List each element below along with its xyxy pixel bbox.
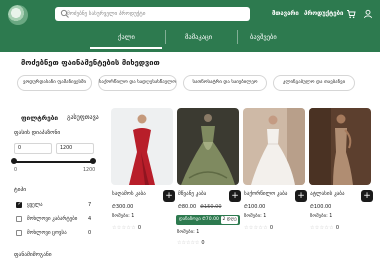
cart-icon[interactable] <box>346 9 356 19</box>
type-count: 4 <box>88 216 92 222</box>
more-filters-label: ფანამიმოგანი <box>14 252 52 258</box>
rating: ☆☆☆☆☆ 0 <box>310 225 339 231</box>
product-name[interactable]: საღამოს კაბა <box>112 191 146 197</box>
discount-days: 2 დღე <box>221 216 238 224</box>
category-chip[interactable]: კლინგაბულო და თავბანვი <box>273 75 355 91</box>
active-tab-underline <box>90 47 162 49</box>
plus-icon[interactable]: + <box>295 190 307 202</box>
product-name[interactable]: ატლასის კაბა <box>310 191 345 197</box>
star-icons: ☆☆☆☆☆ <box>244 225 268 231</box>
search-bar[interactable]: მოძებნე სასურველი პროდუქტი <box>55 7 250 21</box>
rating-count: 0 <box>137 225 142 231</box>
price-slider-max-handle[interactable] <box>90 158 96 164</box>
category-chip[interactable]: საქორწილო და სადღესასწაულო <box>98 75 177 91</box>
tab-women[interactable]: ქალი <box>118 33 135 41</box>
type-checkbox[interactable] <box>16 230 22 236</box>
plus-icon[interactable]: + <box>163 190 175 202</box>
header-link-home[interactable]: მთავარი <box>272 10 299 17</box>
product-image[interactable] <box>111 108 173 185</box>
star-icons: ☆☆☆☆☆ <box>177 240 200 246</box>
product-image[interactable] <box>177 108 239 185</box>
product-sale-price: ₾80.00 <box>178 204 197 210</box>
type-label: მოხლოვი ცოვსა <box>27 230 67 236</box>
product-size: ზომები: 1 <box>310 214 333 219</box>
search-placeholder[interactable]: მოძებნე სასურველი პროდუქტი <box>67 9 145 19</box>
type-checkbox-all[interactable] <box>16 201 22 208</box>
range-max-label: 1200 <box>83 168 96 173</box>
nav-divider <box>165 30 166 44</box>
price-slider-min-handle[interactable] <box>11 158 17 164</box>
type-label: მოხლოვი კაბარტები <box>27 216 78 222</box>
product-size: ზომები: 1 <box>112 214 135 219</box>
product-price: ₾80.00 ₾150.00 <box>178 204 222 210</box>
product-price: ₾300.00 <box>112 204 134 210</box>
type-checkbox[interactable] <box>16 216 22 222</box>
rating-count: 0 <box>201 240 205 246</box>
discount-label: დანაზოგი ₾70.00 <box>179 217 219 222</box>
product-name[interactable]: მწვანე კაბა <box>178 191 206 197</box>
type-label: ყველა <box>27 202 43 208</box>
type-filter-label: ტიპი <box>14 187 27 193</box>
price-range-label: ფასის დიაპაზონი <box>14 130 61 136</box>
filters-title: ფილტრები <box>21 114 59 122</box>
plus-icon[interactable]: + <box>361 190 373 202</box>
site-header: მოძებნე სასურველი პროდუქტი მთავარი პროდუ… <box>0 0 380 52</box>
plus-icon[interactable]: + <box>229 190 241 202</box>
user-icon[interactable] <box>363 9 373 19</box>
star-icons: ☆☆☆☆☆ <box>112 225 136 231</box>
rating: ☆☆☆☆☆ 0 <box>244 225 273 231</box>
product-name[interactable]: საქორწილო კაბა <box>244 191 287 197</box>
type-count: 0 <box>88 230 92 236</box>
price-slider-track[interactable] <box>14 161 94 163</box>
nav-divider <box>237 30 238 44</box>
product-size: ზომები: 1 <box>244 214 267 219</box>
star-icons: ☆☆☆☆☆ <box>310 225 334 231</box>
header-link-products[interactable]: პროდუქტები <box>304 10 343 17</box>
product-old-price: ₾150.00 <box>200 204 222 210</box>
min-price-field[interactable]: 0 <box>14 143 52 154</box>
tab-men[interactable]: მამაკაცი <box>185 33 212 41</box>
product-price: ₾100.00 <box>310 204 332 210</box>
brand-logo[interactable] <box>8 5 28 25</box>
rating: ☆☆☆☆☆ 0 <box>177 240 205 246</box>
categories-title: მოძებნეთ ფაინამენტების მიხედვით <box>21 58 160 67</box>
rating: ☆☆☆☆☆ 0 <box>112 225 141 231</box>
clear-filters-button[interactable]: გასუფთავა <box>67 114 99 121</box>
tab-kids[interactable]: ბავშვები <box>250 33 277 41</box>
product-image[interactable] <box>309 108 371 185</box>
category-chip[interactable]: ვოდურდასანი ფამანივესმი <box>17 75 92 91</box>
discount-badge: დანაზოგი ₾70.00 2 დღე <box>176 215 240 225</box>
range-min-label: 0 <box>14 168 18 173</box>
product-size: ზომები: 1 <box>177 230 200 235</box>
rating-count: 0 <box>269 225 274 231</box>
rating-count: 0 <box>335 225 340 231</box>
category-chip[interactable]: სათნოსატრი და საიუბილეო <box>183 75 267 91</box>
max-price-field[interactable]: 1200 <box>56 143 94 154</box>
product-price: ₾100.00 <box>244 204 266 210</box>
type-count: 7 <box>88 202 92 208</box>
product-image[interactable] <box>243 108 305 185</box>
